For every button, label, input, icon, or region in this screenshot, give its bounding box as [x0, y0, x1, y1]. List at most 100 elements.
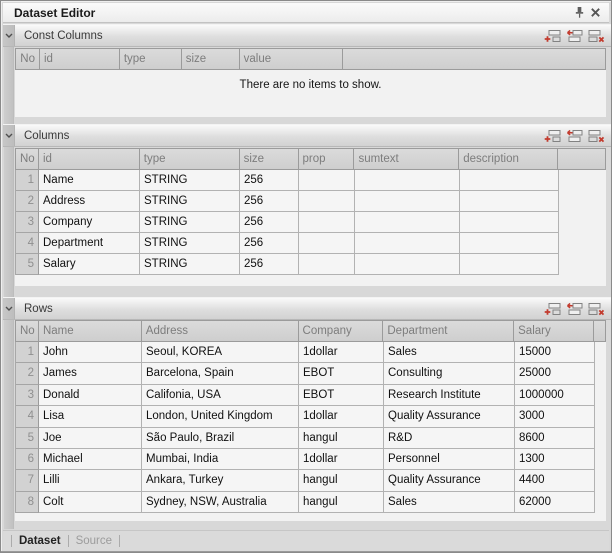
cell-description[interactable] — [460, 254, 559, 275]
column-header-no[interactable]: No — [16, 49, 40, 69]
cell-company[interactable]: EBOT — [299, 385, 384, 406]
cell-company[interactable]: hangul — [299, 470, 384, 491]
cell-description[interactable] — [460, 170, 559, 191]
cell-size[interactable]: 256 — [240, 212, 299, 233]
column-header-value[interactable]: value — [240, 49, 344, 69]
cell-name[interactable]: John — [39, 342, 142, 363]
cell-company[interactable]: hangul — [299, 428, 384, 449]
table-row[interactable]: 3 Donald Califonia, USA EBOT Research In… — [15, 385, 606, 406]
cell-prop[interactable] — [299, 170, 355, 191]
cell-department[interactable]: Sales — [384, 342, 515, 363]
column-header-no[interactable]: No — [16, 321, 39, 341]
column-header-name[interactable]: Name — [39, 321, 142, 341]
column-header-size[interactable]: size — [182, 49, 240, 69]
table-row[interactable]: 8 Colt Sydney, NSW, Australia hangul Sal… — [15, 492, 606, 513]
cell-salary[interactable]: 3000 — [515, 406, 595, 427]
cell-company[interactable]: 1dollar — [299, 449, 384, 470]
cell-size[interactable]: 256 — [240, 191, 299, 212]
cell-company[interactable]: hangul — [299, 492, 384, 513]
tab-dataset[interactable]: Dataset — [19, 535, 61, 547]
chevron-down-icon[interactable] — [3, 25, 15, 46]
table-row[interactable]: 5 Joe São Paulo, Brazil hangul R&D 8600 — [15, 428, 606, 449]
table-row[interactable]: 1 John Seoul, KOREA 1dollar Sales 15000 — [15, 342, 606, 363]
column-header-company[interactable]: Company — [299, 321, 384, 341]
table-row[interactable]: 7 Lilli Ankara, Turkey hangul Quality As… — [15, 470, 606, 491]
cell-address[interactable]: London, United Kingdom — [142, 406, 299, 427]
cell-department[interactable]: Consulting — [384, 363, 515, 384]
tab-source[interactable]: Source — [76, 535, 112, 547]
cell-address[interactable]: Mumbai, India — [142, 449, 299, 470]
section-header-const-columns[interactable]: Const Columns — [3, 24, 611, 47]
cell-department[interactable]: Sales — [384, 492, 515, 513]
delete-row-icon[interactable] — [588, 129, 605, 143]
section-header-columns[interactable]: Columns — [3, 124, 611, 147]
cell-salary[interactable]: 8600 — [515, 428, 595, 449]
insert-row-icon[interactable] — [566, 29, 583, 43]
cell-name[interactable]: Donald — [39, 385, 142, 406]
column-header-id[interactable]: id — [40, 49, 120, 69]
section-header-rows[interactable]: Rows — [3, 297, 611, 320]
cell-name[interactable]: Lisa — [39, 406, 142, 427]
cell-description[interactable] — [460, 191, 559, 212]
cell-name[interactable]: Lilli — [39, 470, 142, 491]
delete-row-icon[interactable] — [588, 29, 605, 43]
cell-address[interactable]: Califonia, USA — [142, 385, 299, 406]
cell-sumtext[interactable] — [355, 212, 460, 233]
chevron-down-icon[interactable] — [3, 125, 15, 146]
column-header-type[interactable]: type — [140, 149, 240, 169]
cell-description[interactable] — [460, 212, 559, 233]
cell-id[interactable]: Salary — [39, 254, 140, 275]
cell-address[interactable]: Ankara, Turkey — [142, 470, 299, 491]
column-header-id[interactable]: id — [39, 149, 140, 169]
table-row[interactable]: 1 Name STRING 256 — [15, 170, 606, 191]
column-header-address[interactable]: Address — [142, 321, 299, 341]
cell-name[interactable]: Joe — [39, 428, 142, 449]
cell-id[interactable]: Name — [39, 170, 140, 191]
table-row[interactable]: 3 Company STRING 256 — [15, 212, 606, 233]
chevron-down-icon[interactable] — [3, 298, 15, 319]
cell-sumtext[interactable] — [355, 233, 460, 254]
cell-prop[interactable] — [299, 191, 355, 212]
cell-id[interactable]: Company — [39, 212, 140, 233]
cell-size[interactable]: 256 — [240, 254, 299, 275]
cell-company[interactable]: 1dollar — [299, 406, 384, 427]
cell-address[interactable]: Seoul, KOREA — [142, 342, 299, 363]
cell-salary[interactable]: 1000000 — [515, 385, 595, 406]
cell-prop[interactable] — [299, 233, 355, 254]
cell-name[interactable]: Michael — [39, 449, 142, 470]
cell-sumtext[interactable] — [355, 170, 460, 191]
column-header-department[interactable]: Department — [383, 321, 514, 341]
cell-size[interactable]: 256 — [240, 170, 299, 191]
cell-salary[interactable]: 4400 — [515, 470, 595, 491]
add-row-icon[interactable] — [544, 129, 561, 143]
cell-address[interactable]: Sydney, NSW, Australia — [142, 492, 299, 513]
cell-address[interactable]: Barcelona, Spain — [142, 363, 299, 384]
cell-department[interactable]: R&D — [384, 428, 515, 449]
cell-type[interactable]: STRING — [140, 254, 240, 275]
cell-company[interactable]: 1dollar — [299, 342, 384, 363]
cell-prop[interactable] — [299, 212, 355, 233]
cell-id[interactable]: Address — [39, 191, 140, 212]
add-row-icon[interactable] — [544, 29, 561, 43]
cell-type[interactable]: STRING — [140, 212, 240, 233]
pin-icon[interactable] — [571, 5, 587, 21]
add-row-icon[interactable] — [544, 302, 561, 316]
cell-type[interactable]: STRING — [140, 170, 240, 191]
table-row[interactable]: 2 James Barcelona, Spain EBOT Consulting… — [15, 363, 606, 384]
column-header-type[interactable]: type — [120, 49, 182, 69]
cell-department[interactable]: Quality Assurance — [384, 406, 515, 427]
table-row[interactable]: 6 Michael Mumbai, India 1dollar Personne… — [15, 449, 606, 470]
cell-size[interactable]: 256 — [240, 233, 299, 254]
cell-salary[interactable]: 15000 — [515, 342, 595, 363]
table-row[interactable]: 4 Lisa London, United Kingdom 1dollar Qu… — [15, 406, 606, 427]
cell-department[interactable]: Research Institute — [384, 385, 515, 406]
close-icon[interactable] — [587, 5, 603, 21]
insert-row-icon[interactable] — [566, 129, 583, 143]
column-header-sumtext[interactable]: sumtext — [354, 149, 459, 169]
delete-row-icon[interactable] — [588, 302, 605, 316]
cell-description[interactable] — [460, 233, 559, 254]
cell-prop[interactable] — [299, 254, 355, 275]
insert-row-icon[interactable] — [566, 302, 583, 316]
table-row[interactable]: 4 Department STRING 256 — [15, 233, 606, 254]
cell-department[interactable]: Personnel — [384, 449, 515, 470]
